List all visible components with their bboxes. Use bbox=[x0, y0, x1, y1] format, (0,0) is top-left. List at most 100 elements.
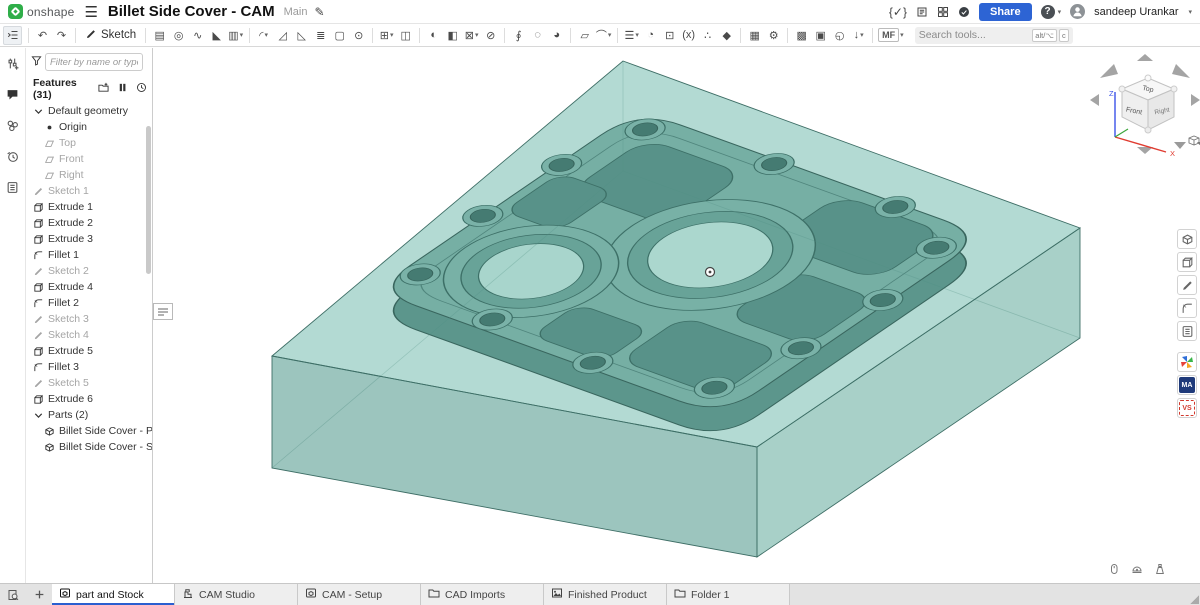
rollback-history-icon[interactable] bbox=[136, 82, 147, 96]
toolbar-undo-icon[interactable]: ↶ bbox=[33, 26, 52, 45]
toolbar-sketch-button[interactable]: Sketch bbox=[80, 28, 141, 43]
toolbar-revolve-icon[interactable]: ◎ bbox=[169, 26, 188, 45]
feature-row[interactable]: Parts (2) bbox=[26, 407, 152, 423]
toolbar-helix-icon[interactable]: ∮ bbox=[509, 26, 528, 45]
feature-row[interactable]: Extrude 3 bbox=[26, 231, 152, 247]
feature-row[interactable]: Fillet 2 bbox=[26, 295, 152, 311]
feature-row[interactable]: Extrude 6 bbox=[26, 391, 152, 407]
notes-panel-icon[interactable] bbox=[6, 181, 19, 197]
toolbar-variable-table-icon[interactable]: ☰▾ bbox=[622, 26, 641, 45]
feature-row[interactable]: Origin bbox=[26, 119, 152, 135]
toolbar-feature-list-toggle-button[interactable] bbox=[3, 26, 22, 45]
toolbar-rib-icon[interactable]: ≣ bbox=[311, 26, 330, 45]
toolbar-linear-pattern-icon[interactable]: ⊞▾ bbox=[377, 26, 396, 45]
new-tab-button[interactable] bbox=[26, 584, 52, 605]
feature-filter-input[interactable] bbox=[45, 53, 143, 71]
main-menu-icon[interactable]: ☰ bbox=[81, 3, 100, 21]
document-panel-icon[interactable] bbox=[916, 6, 928, 18]
toolbar-boolean-icon[interactable]: ◐ bbox=[424, 26, 443, 45]
app-shortcut-vs[interactable]: VS bbox=[1177, 398, 1197, 418]
toolbar-transform-icon[interactable]: ⊠▾ bbox=[462, 26, 481, 45]
feature-row[interactable]: Default geometry bbox=[26, 103, 152, 119]
tab-folder-1[interactable]: Folder 1 bbox=[667, 584, 790, 605]
feature-row[interactable]: Extrude 1 bbox=[26, 199, 152, 215]
toolbar-redo-icon[interactable]: ↷ bbox=[52, 26, 71, 45]
origin-marker[interactable] bbox=[706, 268, 715, 277]
chevron-down-icon[interactable]: ▾ bbox=[1188, 8, 1192, 16]
stock-block[interactable] bbox=[272, 61, 1080, 557]
share-button[interactable]: Share bbox=[979, 3, 1032, 21]
toolbar-draft-icon[interactable]: ◺ bbox=[292, 26, 311, 45]
toolbar-extrude-icon[interactable]: ▤ bbox=[150, 26, 169, 45]
toolbar-hole-icon[interactable]: ⊙ bbox=[349, 26, 368, 45]
configurations-panel-icon[interactable] bbox=[6, 57, 19, 73]
toolbar-sphere-icon[interactable]: ◕ bbox=[547, 26, 566, 45]
resize-corner-handle[interactable] bbox=[1190, 595, 1199, 604]
feature-row[interactable]: Front bbox=[26, 151, 152, 167]
help-menu[interactable]: ? ▾ bbox=[1041, 5, 1062, 19]
feature-row[interactable]: Extrude 5 bbox=[26, 343, 152, 359]
toolbar-mirror-icon[interactable]: ◫ bbox=[396, 26, 415, 45]
suppress-icon[interactable] bbox=[117, 82, 128, 96]
toolbar-custom-feature-mf[interactable]: MF▾ bbox=[877, 26, 905, 45]
toolbar-thicken-icon[interactable]: ▥▾ bbox=[226, 26, 245, 45]
globe-app-icon[interactable] bbox=[958, 6, 970, 18]
feature-row[interactable]: Extrude 4 bbox=[26, 279, 152, 295]
search-tabs-button[interactable] bbox=[0, 584, 26, 605]
feature-row[interactable]: Billet Side Cover - Part bbox=[26, 423, 152, 439]
follow-mode-panel-icon[interactable] bbox=[6, 119, 19, 135]
feature-list-scrollbar[interactable] bbox=[146, 126, 151, 274]
toolbar-export-icon[interactable]: ↓▾ bbox=[849, 26, 868, 45]
tab-cam-setup[interactable]: CAM - Setup bbox=[298, 584, 421, 605]
toolbar-sheet-metal-icon[interactable]: ▦ bbox=[745, 26, 764, 45]
graphics-viewport[interactable]: Top Front Right Z X MAVS bbox=[153, 48, 1200, 583]
feature-row[interactable]: Fillet 1 bbox=[26, 247, 152, 263]
toolbar-variable-icon[interactable]: (x) bbox=[679, 26, 698, 45]
view-cube-body[interactable]: Top Front Right bbox=[1119, 75, 1177, 133]
app-shortcut-gear[interactable] bbox=[1177, 298, 1197, 318]
view-cube[interactable]: Top Front Right Z X bbox=[1086, 52, 1200, 164]
toolbar-sweep-icon[interactable]: ∿ bbox=[188, 26, 207, 45]
feature-row[interactable]: Sketch 2 bbox=[26, 263, 152, 279]
mouse-icon[interactable] bbox=[1108, 563, 1120, 578]
weight-scale-icon[interactable] bbox=[1154, 563, 1166, 578]
comments-panel-icon[interactable] bbox=[6, 88, 19, 104]
onshape-logo[interactable]: onshape bbox=[8, 4, 74, 19]
feature-row[interactable]: Billet Side Cover - Stock bbox=[26, 439, 152, 455]
app-shortcut-edit[interactable] bbox=[1177, 275, 1197, 295]
app-shortcut-render[interactable] bbox=[1177, 229, 1197, 249]
feature-row[interactable]: Sketch 5 bbox=[26, 375, 152, 391]
toolbar-derived-icon[interactable]: ⊡ bbox=[660, 26, 679, 45]
feature-row[interactable]: Extrude 2 bbox=[26, 215, 152, 231]
toolbar-point-icon[interactable]: ◌ bbox=[528, 26, 547, 45]
feature-row[interactable]: Sketch 3 bbox=[26, 311, 152, 327]
toolbar-copy-icon[interactable]: ▣ bbox=[811, 26, 830, 45]
app-grid-icon[interactable] bbox=[937, 6, 949, 18]
tab-cad-imports[interactable]: CAD Imports bbox=[421, 584, 544, 605]
toolbar-plane-icon[interactable]: ▱ bbox=[575, 26, 594, 45]
toolbar-curve-icon[interactable]: ⌒▾ bbox=[594, 26, 613, 45]
app-shortcut-cube-blue[interactable] bbox=[1177, 252, 1197, 272]
branch-label[interactable]: Main bbox=[284, 6, 308, 18]
toolbar-history-icon[interactable]: ◔ bbox=[641, 26, 660, 45]
tab-finished-product[interactable]: Finished Product bbox=[544, 584, 667, 605]
toolbar-chamfer-icon[interactable]: ◿ bbox=[273, 26, 292, 45]
toolbar-tag-icon[interactable]: ◆ bbox=[717, 26, 736, 45]
feature-row[interactable]: Fillet 3 bbox=[26, 359, 152, 375]
create-folder-icon[interactable] bbox=[98, 82, 109, 96]
search-tools-box[interactable]: Search tools...alt/⌥c bbox=[915, 27, 1073, 44]
tab-cam-studio[interactable]: CAM Studio bbox=[175, 584, 298, 605]
feature-panel-flyout-handle[interactable] bbox=[153, 303, 173, 320]
toolbar-delete-part-icon[interactable]: ⊘ bbox=[481, 26, 500, 45]
toolbar-flange-icon[interactable]: ◵ bbox=[830, 26, 849, 45]
toolbar-frame-icon[interactable]: ▩ bbox=[792, 26, 811, 45]
feature-row[interactable]: Right bbox=[26, 167, 152, 183]
toolbar-split-icon[interactable]: ◧ bbox=[443, 26, 462, 45]
avatar[interactable] bbox=[1070, 4, 1085, 19]
toolbar-sheet-metal-tools-icon[interactable]: ⚙ bbox=[764, 26, 783, 45]
view-settings-button[interactable] bbox=[1174, 136, 1200, 149]
rename-pencil-icon[interactable]: ✎ bbox=[314, 5, 324, 19]
dome-camera-icon[interactable] bbox=[1131, 563, 1143, 578]
app-shortcut-pinwheel[interactable] bbox=[1177, 352, 1197, 372]
feature-row[interactable]: Sketch 4 bbox=[26, 327, 152, 343]
